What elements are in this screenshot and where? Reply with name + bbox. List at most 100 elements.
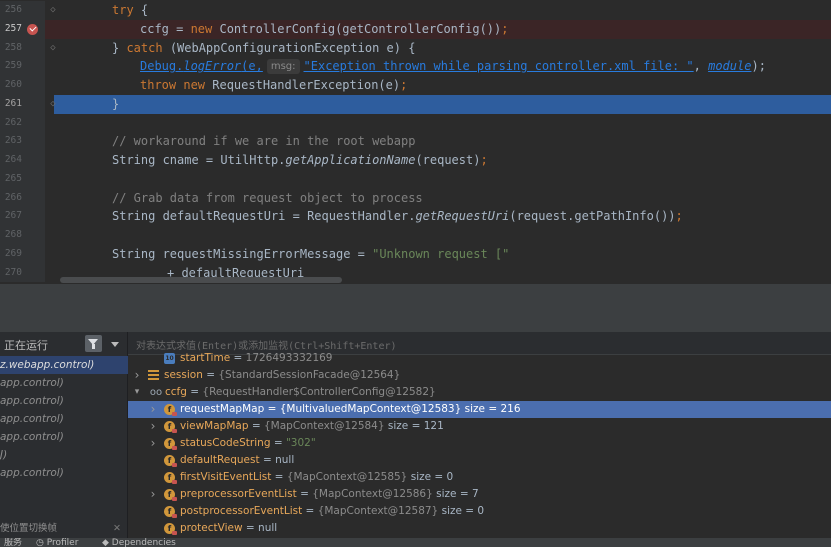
code-token: ControllerConfig(getControllerConfig()): [219, 21, 502, 36]
code-token: ;: [480, 153, 488, 167]
status-label: Dependencies: [111, 538, 176, 547]
variable-row[interactable]: f protectView = null: [128, 520, 831, 537]
code-token: String requestMissingErrorMessage =: [112, 246, 373, 261]
editor-horizontal-scrollbar[interactable]: [60, 277, 342, 283]
chevron-right-icon[interactable]: ›: [148, 435, 158, 452]
code-token: }: [112, 96, 120, 111]
variable-row[interactable]: › session = {StandardSessionFacade@12564}: [128, 367, 831, 384]
code-line[interactable]: 262: [0, 113, 831, 133]
chevron-right-icon[interactable]: ›: [148, 418, 158, 435]
stack-frame-item[interactable]: z.webapp.control): [0, 356, 128, 374]
variable-text: viewMapMap = {MapContext@12584} size = 1…: [180, 418, 444, 435]
variable-size: size = 216: [464, 403, 521, 415]
line-number: 268: [4, 229, 22, 240]
code-token: (request): [415, 153, 481, 167]
stack-frame-item[interactable]: app.control): [0, 464, 128, 482]
code-token: ccfg =: [140, 21, 191, 36]
fold-icon[interactable]: ◇: [47, 1, 59, 20]
code-line[interactable]: 263 // workaround if we are in the root w…: [0, 132, 831, 151]
code-token: (e,: [241, 59, 263, 74]
line-number: 259: [4, 60, 22, 72]
stack-frame-item[interactable]: app.control): [0, 392, 128, 410]
line-number: 258: [4, 41, 22, 53]
variable-row[interactable]: › f preprocessorEventList = {MapContext@12…: [128, 486, 831, 503]
equals-sign: =: [270, 437, 286, 449]
code-token: catch: [126, 40, 170, 55]
equals-sign: =: [248, 420, 264, 432]
code-line[interactable]: 259 Debug.logError(e, msg: "Exception throw…: [0, 57, 831, 76]
chevron-down-icon[interactable]: ▾: [132, 384, 142, 401]
breakpoint-icon[interactable]: [27, 23, 38, 35]
variable-row[interactable]: › f requestMapMap = {MultivaluedMapContext…: [128, 401, 831, 418]
line-number: 265: [4, 172, 22, 184]
variable-text: startTime = 1726493332169: [180, 350, 333, 367]
variable-value: {MapContext@12586}: [312, 488, 433, 500]
chevron-right-icon[interactable]: ›: [148, 401, 158, 418]
profiler-icon: ◷: [36, 538, 47, 547]
code-line[interactable]: 261 ◇}: [0, 94, 831, 114]
line-number: 266: [4, 191, 22, 203]
code-token: ;: [501, 21, 509, 36]
chevron-right-icon[interactable]: ›: [148, 486, 158, 503]
status-item[interactable]: 服务: [4, 538, 22, 547]
variable-name: requestMapMap: [180, 403, 265, 415]
line-number: 264: [4, 154, 22, 165]
code-token: String cname = UtilHttp.: [112, 153, 286, 167]
stack-frame-item[interactable]: J): [0, 446, 128, 464]
frames-footer-text: 使位置切换帧: [0, 523, 58, 534]
stack-frame-item[interactable]: app.control): [0, 374, 128, 392]
variable-row[interactable]: f firstVisitEventList = {MapContext@12585…: [128, 469, 831, 486]
variable-name: postprocessorEventList: [180, 505, 303, 517]
code-token: "Unknown request [": [372, 246, 510, 261]
variable-name: viewMapMap: [180, 420, 249, 432]
code-line[interactable]: 269 String requestMissingErrorMessage = "…: [0, 244, 831, 264]
code-line[interactable]: 257 ccfg = new ControllerConfig(getContro…: [0, 19, 831, 39]
chevron-down-icon[interactable]: [111, 342, 119, 347]
status-label: 服务: [4, 538, 23, 547]
variable-row[interactable]: f defaultRequest = null: [128, 452, 831, 469]
variable-name: protectView: [180, 522, 243, 534]
filter-icon[interactable]: [85, 335, 102, 352]
code-line[interactable]: 258 ◇} catch (WebAppConfigurationExceptio…: [0, 38, 831, 58]
code-line[interactable]: 268: [0, 226, 831, 245]
line-number: 261: [4, 97, 22, 109]
code-token: throw new: [140, 78, 213, 92]
variable-row[interactable]: ▾ oo ccfg = {RequestHandler$ControllerConf…: [128, 384, 831, 401]
fold-icon[interactable]: ◇: [47, 39, 59, 58]
variable-row[interactable]: 10 startTime = 1726493332169: [128, 350, 831, 367]
variable-value: 1726493332169: [245, 352, 333, 364]
variable-text: preprocessorEventList = {MapContext@1258…: [180, 486, 479, 503]
equals-sign: =: [202, 369, 219, 381]
code-text: String cname = UtilHttp.getApplicationNa…: [112, 151, 488, 170]
chevron-right-icon[interactable]: ›: [132, 367, 142, 384]
close-icon[interactable]: ✕: [113, 520, 121, 538]
code-text: Debug.logError(e, msg: "Exception thrown w…: [140, 57, 766, 76]
equals-sign: =: [271, 471, 287, 483]
watch-icon: oo: [149, 387, 163, 398]
code-line[interactable]: 267 String defaultRequestUri = RequestHan…: [0, 207, 831, 226]
code-line[interactable]: 260 throw new RequestHandlerException(e);: [0, 76, 831, 95]
code-token: );: [751, 59, 766, 74]
fold-icon[interactable]: ◇: [47, 95, 59, 114]
code-text: }: [112, 95, 119, 114]
variable-row[interactable]: › f statusCodeString = "302": [128, 435, 831, 452]
code-token: getRequestUri: [415, 209, 510, 224]
status-item[interactable]: ◆ Dependencies: [102, 538, 176, 547]
status-item[interactable]: ◷ Profiler: [36, 538, 78, 547]
code-token: logError: [183, 59, 242, 74]
variable-row[interactable]: f postprocessorEventList = {MapContext@12…: [128, 503, 831, 520]
stack-frame-item[interactable]: app.control): [0, 428, 128, 446]
code-token: Debug.: [140, 59, 184, 74]
code-text: String requestMissingErrorMessage = "Unk…: [112, 245, 509, 264]
frames-panel: 正在运行 z.webapp.control) app.control) app.co…: [0, 332, 128, 538]
code-line[interactable]: 264 String cname = UtilHttp.getApplicatio…: [0, 151, 831, 170]
code-line[interactable]: 265: [0, 169, 831, 189]
line-number: 256: [4, 4, 22, 15]
code-line[interactable]: 266 // Grab data from request object to p…: [0, 188, 831, 208]
code-line[interactable]: 256 ◇ try {: [0, 1, 831, 20]
stack-frame-item[interactable]: app.control): [0, 410, 128, 428]
code-token: String defaultRequestUri = RequestHandle…: [112, 209, 416, 224]
code-editor[interactable]: 256 ◇ try {257 ccfg = new ControllerConfig(…: [0, 0, 831, 284]
variable-size: size = 7: [436, 488, 479, 500]
variable-row[interactable]: › f viewMapMap = {MapContext@12584} size =…: [128, 418, 831, 435]
